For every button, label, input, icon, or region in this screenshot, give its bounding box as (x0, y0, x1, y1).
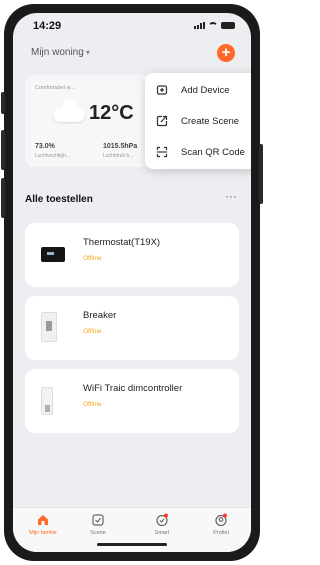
tab-mijn-familie[interactable]: Mijn familie (18, 513, 68, 536)
weather-temperature: 12°C (89, 102, 134, 124)
tab-smart[interactable]: Smart (137, 513, 187, 536)
mute-switch (1, 92, 5, 114)
volume-down-button (1, 178, 5, 218)
humidity-label: Luchtvochtigh... (35, 153, 71, 159)
device-status: Offline (83, 255, 102, 262)
app-screen: 14:29 Mijn woning ▾ + Comfortabel w... 12… (13, 13, 251, 552)
home-selector[interactable]: Mijn woning ▾ (31, 47, 90, 58)
add-button[interactable]: + (217, 44, 235, 62)
status-time: 14:29 (33, 20, 62, 32)
home-indicator (97, 543, 167, 546)
create-scene-icon (155, 114, 169, 128)
section-title: Alle toestellen (25, 194, 93, 205)
menu-item-label: Add Device (181, 84, 230, 96)
chevron-down-icon: ▾ (85, 48, 90, 57)
thermostat-icon (41, 247, 65, 262)
menu-item-label: Scan QR Code (181, 146, 245, 158)
tab-label: Scene (90, 530, 106, 536)
device-card[interactable]: Breaker Offline (25, 296, 239, 360)
menu-item-label: Create Scene (181, 115, 240, 127)
volume-up-button (1, 130, 5, 170)
tab-bar: Mijn familie Scene Smart Profiel (13, 507, 251, 552)
status-icons (194, 22, 235, 29)
device-name: WiFi Traic dimcontroller (83, 383, 183, 394)
smart-icon (155, 513, 169, 527)
add-menu: Add Device Create Scene Scan QR Code (145, 73, 251, 169)
more-button[interactable]: ··· (225, 189, 237, 203)
pressure-value: 1015.5hPa (103, 143, 138, 150)
device-card[interactable]: WiFi Traic dimcontroller Offline (25, 369, 239, 433)
dimmer-icon (41, 387, 53, 415)
menu-item-create-scene[interactable]: Create Scene (145, 106, 251, 136)
breaker-icon (41, 312, 57, 342)
tab-label: Profiel (213, 530, 229, 536)
home-header: Mijn woning ▾ + (25, 43, 239, 65)
menu-item-add-device[interactable]: Add Device (145, 75, 251, 105)
scan-qr-icon (155, 145, 169, 159)
tab-label: Smart (154, 530, 170, 536)
signal-icon (194, 22, 205, 29)
scene-icon (91, 513, 105, 527)
home-title: Mijn woning (31, 47, 84, 58)
device-status: Offline (83, 401, 102, 408)
power-button (259, 144, 263, 204)
device-status: Offline (83, 328, 102, 335)
device-card[interactable]: Thermostat(T19X) Offline (25, 223, 239, 287)
weather-label: Comfortabel w... (35, 85, 75, 91)
device-name: Breaker (83, 310, 117, 321)
tab-label: Mijn familie (29, 530, 57, 536)
tab-profiel[interactable]: Profiel (196, 513, 246, 536)
tab-scene[interactable]: Scene (73, 513, 123, 536)
pressure-label: Luchtdruk b... (103, 153, 134, 159)
home-icon (36, 513, 50, 527)
phone-frame: 14:29 Mijn woning ▾ + Comfortabel w... 12… (1, 4, 263, 561)
menu-item-scan-qr[interactable]: Scan QR Code (145, 137, 251, 167)
humidity-value: 73.0% (35, 143, 55, 150)
add-device-icon (155, 83, 169, 97)
battery-icon (221, 22, 235, 29)
device-name: Thermostat(T19X) (83, 237, 161, 248)
wifi-icon (208, 22, 218, 29)
cloud-icon (53, 100, 85, 122)
status-bar: 14:29 (13, 13, 251, 39)
profile-icon (214, 513, 228, 527)
